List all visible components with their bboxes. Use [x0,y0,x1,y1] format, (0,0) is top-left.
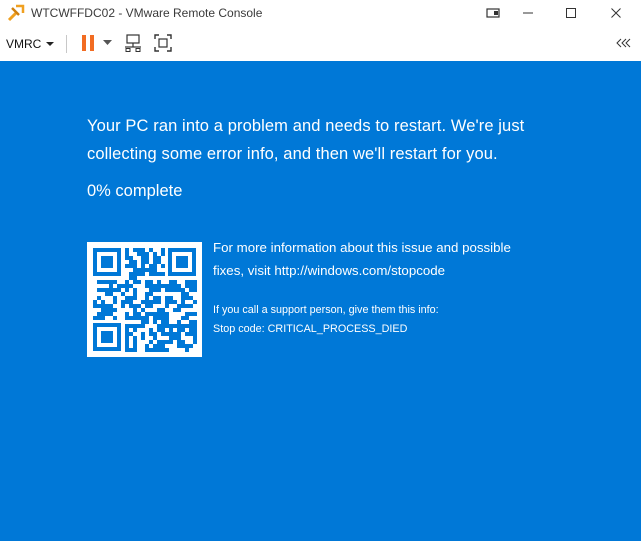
progress-text: 0% complete [87,182,183,200]
chevron-down-icon [46,42,55,46]
stop-code: Stop code: CRITICAL_PROCESS_DIED [213,323,408,335]
fullscreen-icon [154,34,172,52]
dropdown-caret-icon [102,40,112,45]
bsod-message: Your PC ran into a problem and needs to … [87,117,525,163]
collapse-toolbar-button[interactable] [614,32,632,54]
send-ctrl-alt-del-icon [125,34,141,52]
close-button[interactable] [599,0,633,26]
support-text: If you call a support person, give them … [213,304,439,316]
window-bottom-border [0,541,641,545]
maximize-button[interactable] [554,0,588,26]
stopcode-info: For more information about this issue an… [213,240,511,278]
pause-icon [82,35,94,51]
support-info: If you call a support person, give them … [213,301,439,339]
minimize-button[interactable] [511,0,545,26]
vm-console-screen[interactable]: Your PC ran into a problem and needs to … [0,61,641,541]
restore-icon[interactable] [477,0,511,26]
close-icon [611,8,621,18]
send-ctrl-alt-del-button[interactable] [122,32,144,54]
collapse-icon [616,38,631,48]
vmrc-menu-button[interactable]: VMRC [6,34,55,54]
title-bar: WTCWFFDC02 - VMware Remote Console [0,0,641,26]
qr-code-image [87,242,202,357]
pause-button[interactable] [79,32,97,54]
vmrc-menu-label: VMRC [6,37,42,51]
vmrc-toolbar: VMRC [0,26,641,62]
vmrc-app-icon [7,4,25,22]
maximize-icon [566,8,576,18]
toolbar-separator [66,35,67,53]
power-dropdown-button[interactable] [101,32,113,54]
window-title: WTCWFFDC02 - VMware Remote Console [31,6,263,20]
fullscreen-button[interactable] [152,32,174,54]
minimize-icon [523,12,533,14]
